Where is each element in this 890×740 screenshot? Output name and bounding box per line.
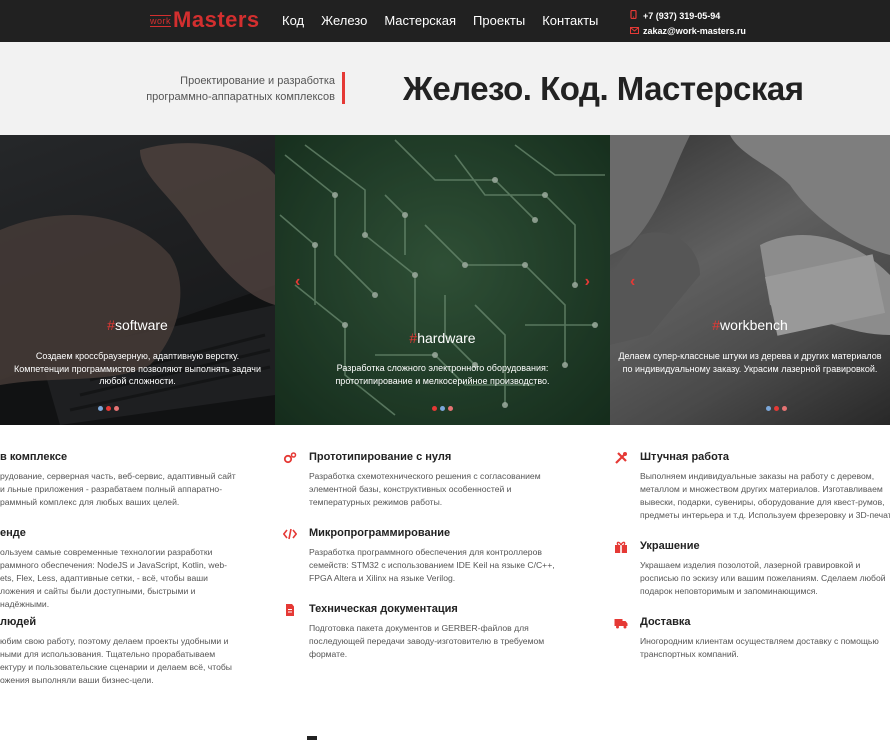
service-title: людей — [0, 616, 37, 628]
panel-desc-software: Создаем кроссбраузерную, адаптивную верс… — [13, 351, 262, 386]
woodcarving-image — [610, 135, 890, 425]
dot[interactable] — [106, 406, 111, 411]
panel-workbench[interactable]: ‹ #workbench Делаем супер-классные штуки… — [610, 135, 890, 425]
email-address[interactable]: zakaz@work-masters.ru — [643, 26, 746, 36]
document-icon — [283, 603, 297, 617]
hero-divider — [342, 72, 345, 104]
carousel-prev-arrow[interactable]: ‹ — [295, 273, 300, 291]
nav-item-contacts[interactable]: Контакты — [542, 13, 598, 28]
service-title: Штучная работа — [640, 451, 730, 463]
top-bar: work Masters Код Железо Мастерская Проек… — [0, 0, 890, 42]
carousel-dots[interactable] — [432, 406, 453, 411]
dot[interactable] — [774, 406, 779, 411]
dot[interactable] — [766, 406, 771, 411]
nav-item-workshop[interactable]: Мастерская — [384, 13, 456, 28]
service-title: Украшение — [640, 540, 700, 552]
panel-tag-hardware: hardware — [417, 330, 476, 346]
nav-item-hardware[interactable]: Железо — [321, 13, 367, 28]
nav-item-code[interactable]: Код — [282, 13, 304, 28]
service-text: Подготовка пакета документов и GERBER-фа… — [309, 623, 545, 659]
dot[interactable] — [440, 406, 445, 411]
service-text: рудование, серверная часть, веб-сервис, … — [0, 471, 236, 507]
dot[interactable] — [432, 406, 437, 411]
service-text: Иногородним клиентам осуществляем достав… — [640, 636, 879, 659]
service-title: в комплексе — [0, 451, 68, 463]
main-nav: Код Железо Мастерская Проекты Контакты — [282, 13, 598, 28]
dot[interactable] — [782, 406, 787, 411]
hero-section: Проектирование и разработка программно-а… — [0, 42, 890, 135]
panel-title-hardware: #hardware — [409, 330, 476, 346]
panel-title-software: #software — [107, 317, 168, 333]
service-text: ользуем самые современные технологии раз… — [0, 547, 228, 609]
email-icon — [630, 26, 640, 36]
contacts-block: +7 (937) 319-05-94 zakaz@work-masters.ru — [630, 9, 746, 37]
tagline-line-1: Проектирование и разработка — [180, 75, 335, 87]
service-text: Выполняем индивидуальные заказы на работ… — [640, 471, 890, 520]
carousel-prev-arrow[interactable]: ‹ — [630, 273, 635, 291]
service-title: Микропрограммирование — [309, 527, 451, 539]
hero-headline: Железо. Код. Мастерская — [403, 70, 804, 107]
panel-tag-software: software — [114, 317, 168, 333]
service-text: Разработка схемотехнического решения с с… — [309, 471, 541, 507]
tools-icon — [614, 451, 628, 465]
truck-icon — [614, 616, 628, 630]
panel-software[interactable]: #software Создаем кроссбраузерную, адапт… — [0, 135, 275, 425]
next-section-heading-fragment — [307, 736, 317, 740]
tagline-line-2: программно-аппаратных комплексов — [146, 91, 335, 103]
phone-number[interactable]: +7 (937) 319-05-94 — [643, 11, 720, 21]
service-title: енде — [0, 527, 26, 539]
service-title: Доставка — [640, 616, 691, 628]
service-title: Техническая документация — [309, 603, 458, 615]
carousel-next-arrow[interactable]: › — [585, 273, 590, 291]
dot[interactable] — [114, 406, 119, 411]
panel-desc-hardware: Разработка сложного электронного оборудо… — [335, 363, 550, 386]
code-icon — [282, 527, 298, 541]
phone-icon — [630, 9, 640, 21]
logo[interactable]: work Masters — [150, 9, 260, 31]
panel-desc-workbench: Делаем супер-классные штуки из дерева и … — [618, 351, 882, 374]
panel-title-workbench: #workbench — [712, 317, 788, 333]
dot[interactable] — [98, 406, 103, 411]
carousel-dots[interactable] — [766, 406, 787, 411]
panel-hardware[interactable]: ‹ › #hardware Разработка сложного электр… — [275, 135, 610, 425]
logo-main-text: Masters — [173, 7, 260, 32]
service-text: Украшаем изделия позолотой, лазерной гра… — [640, 560, 886, 596]
hero-tagline: Проектирование и разработка программно-а… — [146, 73, 335, 105]
gift-icon — [614, 540, 628, 554]
dot[interactable] — [448, 406, 453, 411]
service-text: юбим свою работу, поэтому делаем проекты… — [0, 636, 232, 685]
service-text: Разработка программного обеспечения для … — [309, 547, 555, 583]
panel-tag-workbench: workbench — [720, 317, 788, 333]
logo-small-text: work — [150, 15, 172, 27]
carousel-dots[interactable] — [98, 406, 119, 411]
gears-icon — [283, 451, 297, 465]
service-title: Прототипирование с нуля — [309, 451, 452, 463]
nav-item-projects[interactable]: Проекты — [473, 13, 525, 28]
